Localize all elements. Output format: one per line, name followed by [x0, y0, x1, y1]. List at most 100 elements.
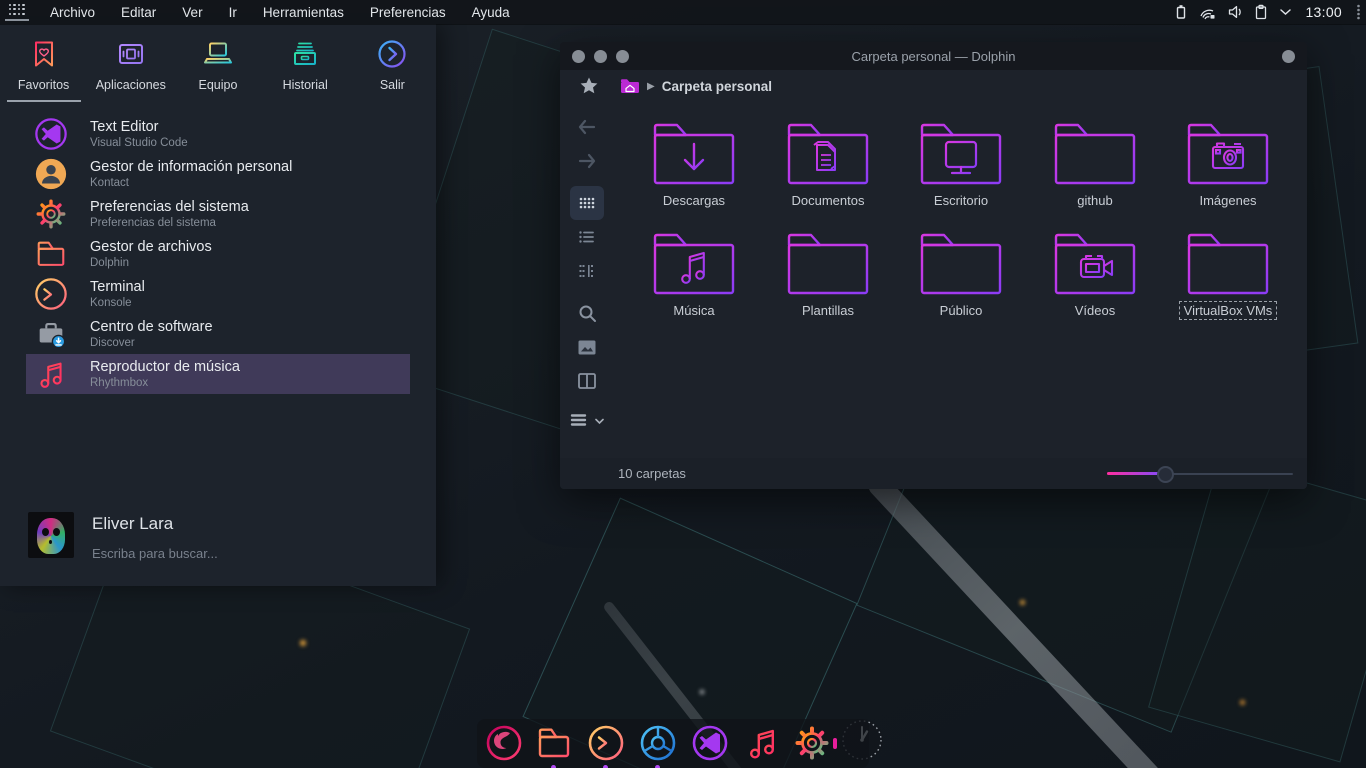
menu-ir[interactable]: Ir — [229, 5, 237, 20]
list-item-text-editor[interactable]: Text Editor Visual Studio Code — [26, 114, 410, 154]
top-menubar: Archivo Editar Ver Ir Herramientas Prefe… — [0, 0, 1366, 24]
folder-images-icon — [1186, 122, 1270, 186]
image-preview-icon — [578, 340, 596, 355]
launcher-grid-icon — [9, 4, 26, 16]
breadcrumb[interactable]: ▶ Carpeta personal — [620, 78, 772, 94]
location-bar: ▶ Carpeta personal — [560, 70, 1307, 102]
folder-documents-icon — [786, 122, 870, 186]
dock — [477, 719, 869, 768]
list-item-rhythmbox[interactable]: Reproductor de música Rhythmbox — [26, 354, 410, 394]
volume-icon[interactable] — [1227, 4, 1243, 20]
settings-gear-icon[interactable] — [793, 724, 831, 762]
laptop-icon — [202, 38, 234, 70]
firefox-icon[interactable] — [485, 724, 523, 762]
music-player-icon[interactable] — [743, 724, 781, 762]
folder-name: Documentos — [788, 192, 869, 209]
search-button[interactable] — [570, 296, 604, 330]
split-view-icon — [578, 373, 596, 389]
tab-label: Aplicaciones — [96, 78, 166, 92]
preview-button[interactable] — [570, 330, 604, 364]
folder-item-escritorio[interactable]: Escritorio — [905, 122, 1017, 209]
slider-knob[interactable] — [1157, 466, 1174, 483]
star-icon[interactable] — [579, 76, 599, 96]
grid-view-button[interactable] — [570, 186, 604, 220]
home-folder-icon — [620, 78, 640, 94]
status-text: 10 carpetas — [618, 466, 686, 481]
window-titlebar[interactable]: Carpeta personal — Dolphin — [560, 42, 1307, 70]
split-view-button[interactable] — [570, 364, 604, 398]
folder-item-imagenes[interactable]: Imágenes — [1172, 122, 1284, 209]
app-launcher-button[interactable] — [0, 0, 34, 24]
tab-equipo[interactable]: Equipo — [176, 38, 260, 102]
breadcrumb-current[interactable]: Carpeta personal — [662, 79, 772, 94]
menu-preferencias[interactable]: Preferencias — [370, 5, 446, 20]
menu-ayuda[interactable]: Ayuda — [472, 5, 510, 20]
list-item-dolphin[interactable]: Gestor de archivos Dolphin — [26, 234, 410, 274]
list-view-button[interactable] — [570, 220, 604, 254]
menu-herramientas[interactable]: Herramientas — [263, 5, 344, 20]
zoom-slider[interactable] — [1107, 466, 1293, 482]
battery-icon[interactable] — [1174, 4, 1188, 20]
fav-subtitle: Kontact — [90, 176, 292, 190]
folder-item-github[interactable]: github — [1039, 122, 1151, 209]
folder-name: Descargas — [659, 192, 729, 209]
back-button[interactable] — [570, 110, 604, 144]
folder-item-documentos[interactable]: Documentos — [772, 122, 884, 209]
terminal-circle-icon — [34, 277, 68, 311]
fav-title: Text Editor — [90, 119, 188, 136]
folder-name: Público — [936, 302, 987, 319]
menu-ver[interactable]: Ver — [182, 5, 202, 20]
apps-window-icon — [115, 38, 147, 70]
fav-title: Terminal — [90, 279, 145, 296]
folder-item-descargas[interactable]: Descargas — [638, 122, 750, 209]
terminal-icon[interactable] — [587, 724, 625, 762]
user-name: Eliver Lara — [92, 514, 218, 534]
vscode-icon[interactable] — [691, 724, 729, 762]
fav-subtitle: Preferencias del sistema — [90, 216, 249, 230]
folder-icon — [34, 237, 68, 271]
list-item-discover[interactable]: Centro de software Discover — [26, 314, 410, 354]
tab-favoritos[interactable]: Favoritos — [2, 38, 86, 102]
chrome-icon[interactable] — [639, 724, 677, 762]
arrow-left-icon — [580, 121, 594, 133]
caret-down-icon — [595, 418, 604, 425]
search-input[interactable]: Escriba para buscar... — [92, 546, 218, 561]
chevron-down-icon[interactable] — [1279, 7, 1292, 17]
folder-item-publico[interactable]: Público — [905, 232, 1017, 319]
breadcrumb-separator-icon: ▶ — [647, 81, 655, 92]
exit-circle-icon — [376, 38, 408, 70]
tab-aplicaciones[interactable]: Aplicaciones — [89, 38, 173, 102]
fav-title: Centro de software — [90, 319, 213, 336]
person-icon — [34, 157, 68, 191]
file-manager-icon[interactable] — [535, 724, 573, 762]
tab-salir[interactable]: Salir — [350, 38, 434, 102]
folder-download-icon — [652, 122, 736, 186]
folder-item-virtualbox-vms[interactable]: VirtualBox VMs — [1172, 232, 1284, 319]
wifi-icon[interactable] — [1199, 4, 1216, 20]
compact-view-button[interactable] — [570, 254, 604, 288]
hamburger-menu-icon — [570, 413, 592, 429]
menu-archivo[interactable]: Archivo — [50, 5, 95, 20]
forward-button[interactable] — [570, 144, 604, 178]
menubar-items: Archivo Editar Ver Ir Herramientas Prefe… — [50, 5, 510, 20]
clock-text[interactable]: 13:00 — [1305, 4, 1342, 20]
menu-button[interactable] — [564, 404, 610, 438]
list-item-kontact[interactable]: Gestor de información personal Kontact — [26, 154, 410, 194]
tab-historial[interactable]: Historial — [263, 38, 347, 102]
folder-name: Vídeos — [1071, 302, 1119, 319]
tab-label: Equipo — [199, 78, 238, 92]
kebab-icon[interactable] — [1355, 3, 1362, 21]
menu-editar[interactable]: Editar — [121, 5, 156, 20]
folder-item-plantillas[interactable]: Plantillas — [772, 232, 884, 319]
clipboard-icon[interactable] — [1254, 4, 1268, 20]
list-item-konsole[interactable]: Terminal Konsole — [26, 274, 410, 314]
folder-item-videos[interactable]: Vídeos — [1039, 232, 1151, 319]
avatar[interactable] — [28, 512, 74, 558]
grid-view-icon — [578, 194, 596, 212]
folder-item-musica[interactable]: Música — [638, 232, 750, 319]
bookmark-heart-icon — [28, 38, 60, 70]
list-item-system-settings[interactable]: Preferencias del sistema Preferencias de… — [26, 194, 410, 234]
arrow-right-icon — [580, 155, 594, 167]
folder-name: Imágenes — [1195, 192, 1260, 209]
fav-subtitle: Rhythmbox — [90, 376, 240, 390]
